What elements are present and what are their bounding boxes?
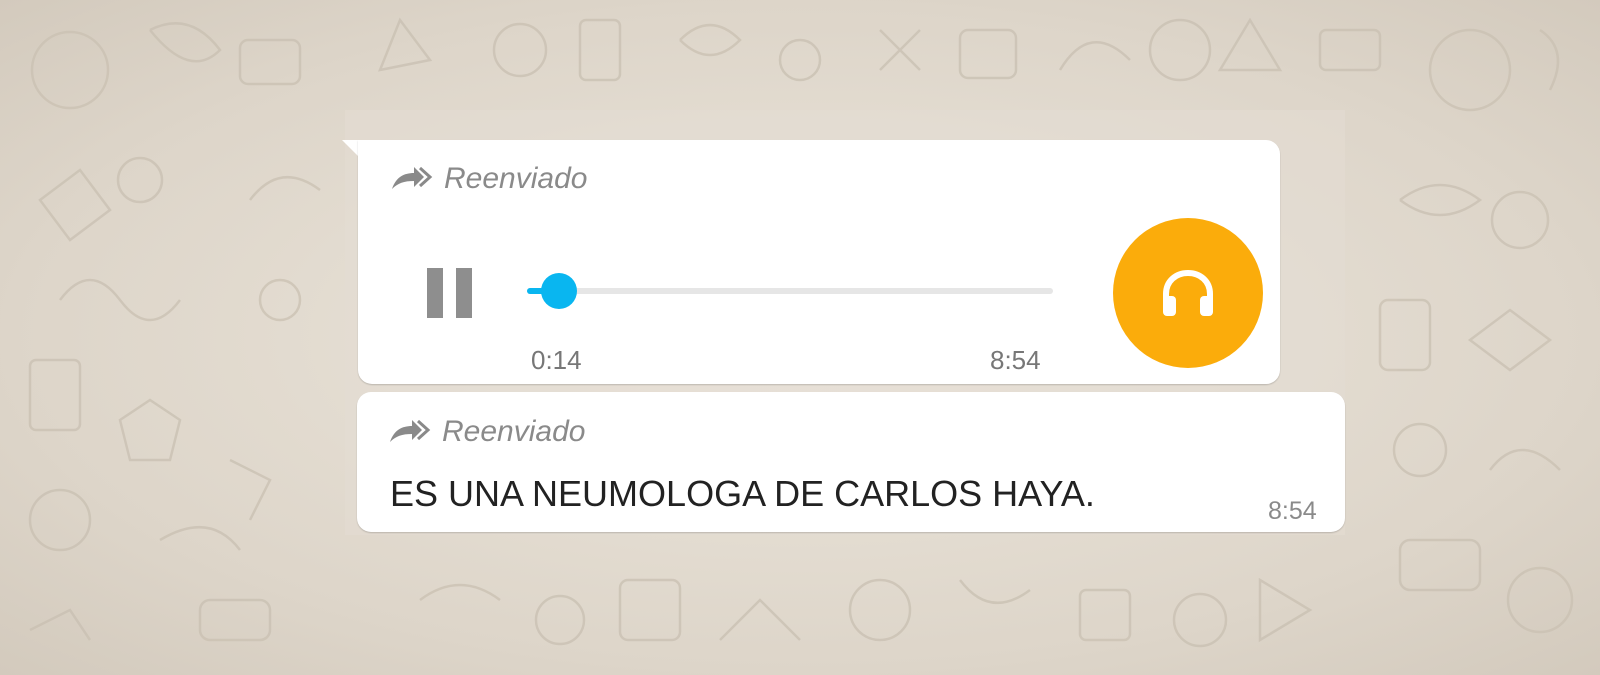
forwarded-label: Reenviado [388,415,585,449]
audio-progress-handle[interactable] [540,273,577,309]
message-timestamp: 8:54 [1268,497,1317,525]
forwarded-text: Reenviado [444,162,588,195]
audio-progress-slider[interactable] [527,273,1053,309]
forwarded-label: Reenviado [390,162,587,196]
forwarded-text: Reenviado [442,415,586,448]
pause-button[interactable] [427,268,473,318]
audio-current-time: 0:14 [531,345,582,375]
message-text: ES UNA NEUMOLOGA DE CARLOS HAYA. [390,473,1095,514]
headphones-icon [1163,269,1213,316]
audio-duration: 8:54 [990,345,1041,375]
forward-arrow-icon [392,166,433,189]
audio-avatar [1113,218,1263,368]
pause-icon [427,268,443,318]
forward-arrow-icon [390,419,431,442]
